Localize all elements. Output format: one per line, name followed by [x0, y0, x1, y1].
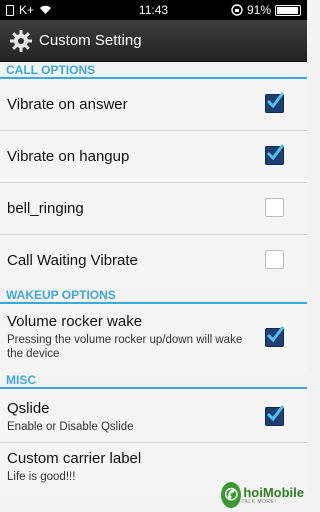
watermark-brand: hoiMobile	[243, 484, 304, 500]
battery-percent: 91%	[246, 3, 271, 17]
action-bar: Custom Setting	[0, 20, 307, 62]
pref-label: bell_ringing	[7, 200, 84, 217]
status-bar: K+ 11:43 91%	[0, 0, 307, 20]
pref-label: Custom carrier label	[7, 450, 142, 467]
checkmark-icon	[266, 326, 285, 343]
pref-label: Vibrate on hangup	[7, 148, 130, 165]
vibrate-on-hangup-checkbox[interactable]	[265, 144, 285, 165]
pref-summary: Enable or Disable Qslide	[7, 421, 134, 433]
volume-rocker-wake-checkbox[interactable]	[265, 326, 285, 347]
call-waiting-vibrate-checkbox[interactable]	[265, 250, 284, 269]
pref-summary: Pressing the volume rocker up/down will …	[7, 334, 243, 360]
pref-bell-ringing[interactable]: bell_ringing	[0, 183, 307, 235]
battery-icon	[275, 4, 301, 16]
pref-summary: Life is good!!!	[7, 471, 76, 483]
bell-ringing-checkbox[interactable]	[265, 198, 284, 217]
pref-label: Qslide	[7, 400, 50, 417]
pref-label: Vibrate on answer	[7, 96, 128, 113]
section-header-misc: MISC	[0, 372, 307, 389]
gear-icon[interactable]	[8, 28, 34, 54]
section-header-call-options: CALL OPTIONS	[0, 62, 307, 79]
pref-label: Volume rocker wake	[7, 313, 143, 330]
checkmark-icon	[266, 92, 285, 109]
page-title: Custom Setting	[39, 32, 142, 49]
watermark-logo: ✆ hoiMobile TALK MORE!	[221, 482, 304, 508]
phone-icon: ✆	[221, 482, 242, 508]
section-header-wakeup-options: WAKEUP OPTIONS	[0, 287, 307, 304]
pref-label: Call Waiting Vibrate	[7, 252, 138, 269]
vibrate-on-answer-checkbox[interactable]	[265, 92, 285, 113]
pref-qslide[interactable]: Qslide Enable or Disable Qslide	[0, 389, 307, 443]
pref-call-waiting-vibrate[interactable]: Call Waiting Vibrate	[0, 235, 307, 287]
checkmark-icon	[266, 405, 285, 422]
preference-list: CALL OPTIONS Vibrate on answer Vibrate o…	[0, 62, 307, 493]
pref-volume-rocker-wake[interactable]: Volume rocker wake Pressing the volume r…	[0, 304, 307, 372]
rotation-lock-icon	[231, 4, 243, 16]
pref-vibrate-on-answer[interactable]: Vibrate on answer	[0, 79, 307, 131]
checkmark-icon	[266, 144, 285, 161]
pref-vibrate-on-hangup[interactable]: Vibrate on hangup	[0, 131, 307, 183]
qslide-checkbox[interactable]	[265, 405, 285, 426]
